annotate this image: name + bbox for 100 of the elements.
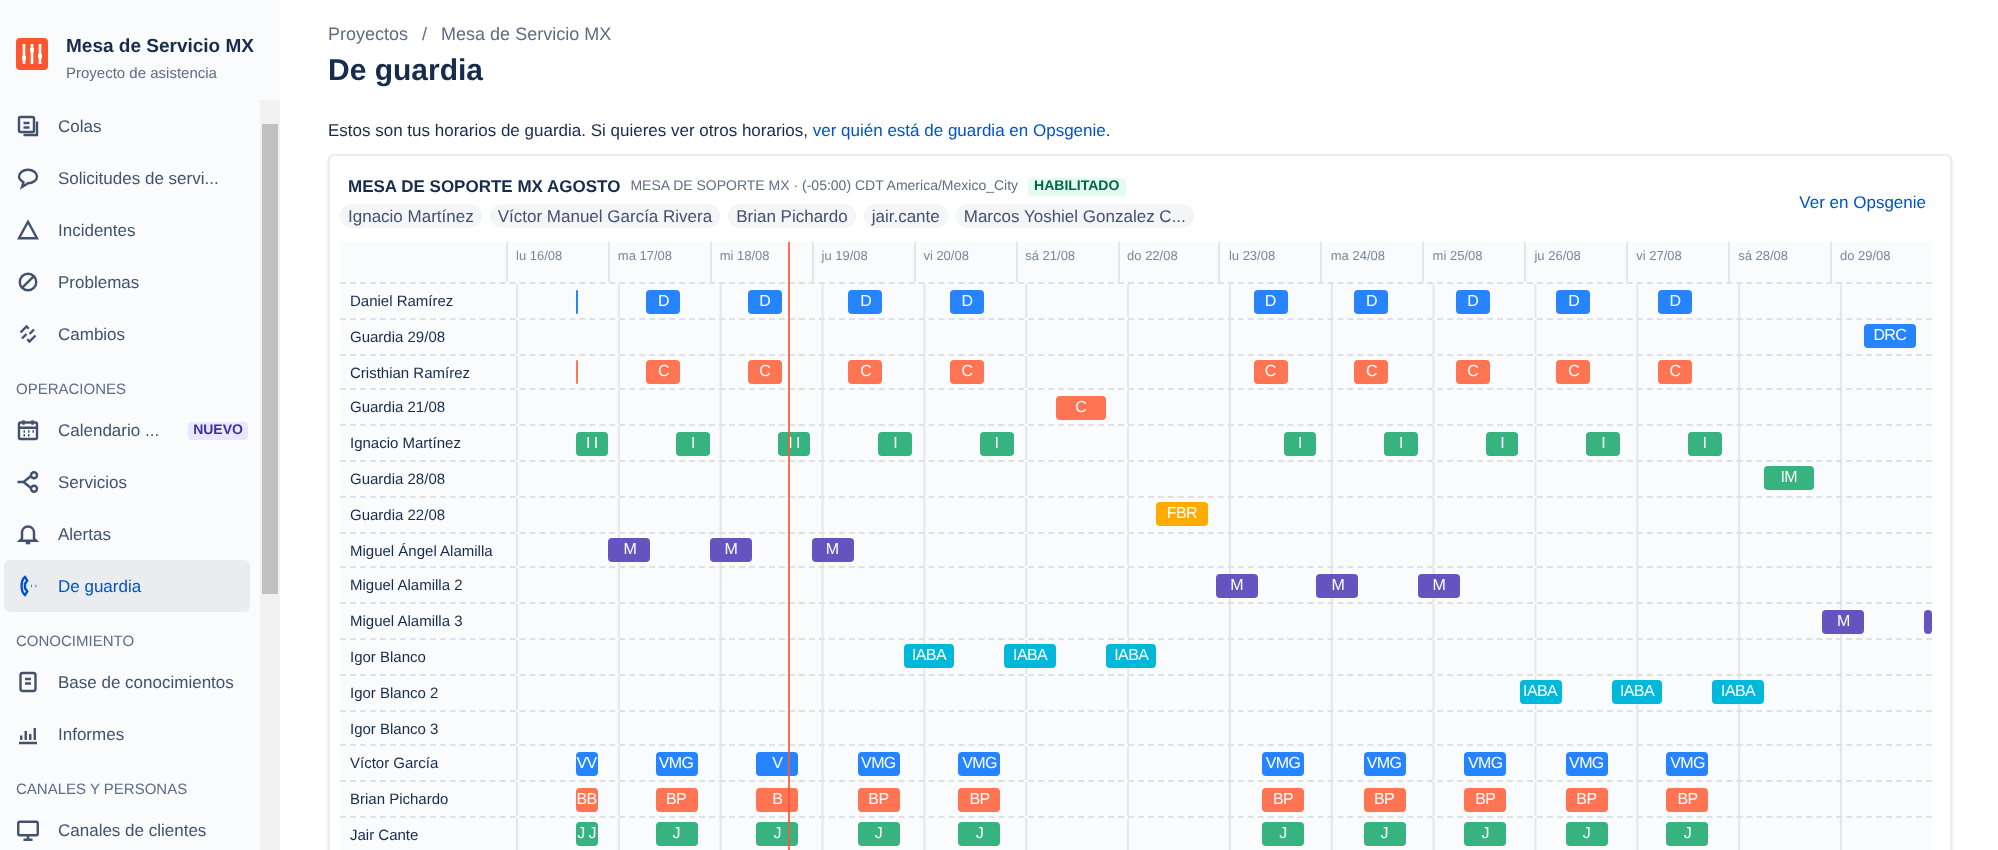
shift-bar[interactable]: D xyxy=(950,289,984,313)
shift-bar[interactable]: C xyxy=(747,360,782,385)
shift-bar[interactable]: VV xyxy=(575,751,599,776)
shift-bar[interactable]: VMG xyxy=(1464,751,1507,776)
shift-bar[interactable]: V xyxy=(756,751,799,776)
shift-bar[interactable]: VMG xyxy=(655,751,698,776)
shift-bar[interactable]: J J xyxy=(575,822,599,847)
schedule-name: MESA DE SOPORTE MX AGOSTO xyxy=(348,176,621,196)
shift-bar[interactable]: IABA xyxy=(903,644,955,669)
shift-bar[interactable]: M xyxy=(709,538,752,563)
shift-bar[interactable]: BP xyxy=(1261,787,1305,812)
bell-icon xyxy=(16,522,40,546)
shift-bar[interactable]: I xyxy=(979,431,1014,456)
shift-bar[interactable]: B xyxy=(756,787,799,812)
shift-bar[interactable]: M xyxy=(1822,609,1865,634)
shift-bar[interactable]: J xyxy=(857,822,900,847)
shift-bar[interactable]: D xyxy=(1455,289,1490,313)
shift-bar[interactable]: BP xyxy=(958,787,1001,812)
book-icon xyxy=(16,670,40,694)
shift-bar[interactable]: VMG xyxy=(1261,751,1305,776)
shift-bar[interactable]: J xyxy=(958,822,1001,847)
shift-bar[interactable]: I I xyxy=(777,431,811,456)
breadcrumb-link[interactable]: Proyectos xyxy=(328,24,409,44)
shift-bar[interactable]: IABA xyxy=(1519,680,1562,705)
breadcrumb-link[interactable]: Mesa de Servicio MX xyxy=(441,24,612,44)
shift-bar[interactable]: J xyxy=(1666,822,1709,847)
shift-bar[interactable]: C xyxy=(1253,360,1288,385)
shift-bar[interactable]: VMG xyxy=(1666,751,1709,776)
shift-bar[interactable]: BP xyxy=(1464,787,1507,812)
shift-bar[interactable]: C xyxy=(1055,395,1106,420)
shift-bar[interactable]: BP xyxy=(1666,787,1709,812)
nodes-icon xyxy=(16,470,40,494)
shift-bar[interactable]: C xyxy=(1658,360,1692,385)
shift-bar[interactable]: I xyxy=(1283,431,1317,456)
shift-bar[interactable]: I xyxy=(1485,431,1519,456)
shift-bar[interactable]: D xyxy=(1658,289,1692,313)
shift-bar[interactable]: D xyxy=(747,289,782,313)
nav-item[interactable]: Problemas xyxy=(4,256,250,308)
nav-item[interactable]: Incidentes xyxy=(4,204,250,256)
shift-bar[interactable]: J xyxy=(756,822,799,847)
shift-bar[interactable]: BB xyxy=(575,787,599,812)
shift-bar[interactable]: C xyxy=(1354,360,1389,385)
shift-bar[interactable]: BP xyxy=(655,787,698,812)
shift-bar[interactable]: I xyxy=(676,431,710,456)
view-in-opsgenie-link[interactable]: Ver en Opsgenie xyxy=(1799,192,1926,212)
nav-item[interactable]: Solicitudes de servi... xyxy=(4,152,250,204)
shift-bar[interactable]: I xyxy=(1384,431,1418,456)
shift-bar[interactable]: J xyxy=(655,822,698,847)
shift-bar[interactable]: M xyxy=(811,538,854,563)
shift-bar[interactable]: IABA xyxy=(1106,644,1157,669)
shift-bar[interactable]: C xyxy=(646,360,681,385)
shift-bar[interactable]: C xyxy=(1556,360,1591,385)
nav-item[interactable]: Alertas xyxy=(4,508,250,560)
shift-bar[interactable]: C xyxy=(950,360,984,385)
shift-bar[interactable]: BP xyxy=(857,787,900,812)
chat-icon xyxy=(16,166,40,190)
shift-bar[interactable]: IABA xyxy=(1611,680,1663,705)
shift-bar[interactable]: J xyxy=(1363,822,1406,847)
scrollbar[interactable] xyxy=(260,100,280,850)
shift-bar[interactable]: BP xyxy=(1363,787,1406,812)
shift-bar[interactable]: D xyxy=(1253,289,1288,313)
shift-bar[interactable]: FBR xyxy=(1156,502,1208,527)
nav-item[interactable]: De guardia xyxy=(4,560,250,612)
shift-bar[interactable]: M xyxy=(1417,573,1460,598)
nav-item[interactable]: Base de conocimientos xyxy=(4,656,250,708)
nav-item[interactable]: Cambios xyxy=(4,308,250,360)
shift-bar[interactable]: J xyxy=(1464,822,1507,847)
shift-bar[interactable]: M xyxy=(608,538,651,563)
nav-item[interactable]: Colas xyxy=(4,100,250,152)
shift-bar[interactable]: D xyxy=(646,289,681,313)
shift-bar[interactable]: M xyxy=(1316,573,1359,598)
shift-bar[interactable]: C xyxy=(1455,360,1490,385)
shift-bar[interactable]: VMG xyxy=(857,751,900,776)
shift-bar[interactable]: VMG xyxy=(1363,751,1406,776)
breadcrumb-separator: / xyxy=(422,24,428,44)
shift-bar[interactable]: IM xyxy=(1763,466,1814,491)
shift-bar[interactable]: J xyxy=(1565,822,1608,847)
shift-bar[interactable]: C xyxy=(848,360,883,385)
shift-bar[interactable]: J xyxy=(1261,822,1305,847)
shift-bar[interactable]: I xyxy=(878,431,913,456)
queue-icon xyxy=(16,114,40,138)
opsgenie-link[interactable]: ver quién está de guardia en Opsgenie xyxy=(812,120,1106,140)
shift-bar[interactable]: D xyxy=(1354,289,1389,313)
shift-bar[interactable]: VMG xyxy=(958,751,1001,776)
nav-item[interactable]: Canales de clientes xyxy=(4,804,250,850)
shift-bar[interactable]: BP xyxy=(1565,787,1608,812)
shift-bar[interactable]: IABA xyxy=(1712,680,1764,705)
participant-chip: jair.cante xyxy=(863,204,948,228)
shift-bar[interactable]: DRC xyxy=(1864,324,1916,349)
shift-bar[interactable]: M xyxy=(1215,573,1258,598)
shift-bar[interactable]: IABA xyxy=(1004,644,1056,669)
shift-bar[interactable] xyxy=(1923,609,1932,634)
shift-bar[interactable]: D xyxy=(848,289,883,313)
nav-item[interactable]: Informes xyxy=(4,708,250,760)
shift-bar[interactable]: I xyxy=(1586,431,1621,456)
shift-bar[interactable]: I xyxy=(1687,431,1722,456)
nav-item[interactable]: Servicios xyxy=(4,456,250,508)
shift-bar[interactable]: VMG xyxy=(1565,751,1608,776)
shift-bar[interactable]: I I xyxy=(575,431,609,456)
shift-bar[interactable]: D xyxy=(1556,289,1591,313)
